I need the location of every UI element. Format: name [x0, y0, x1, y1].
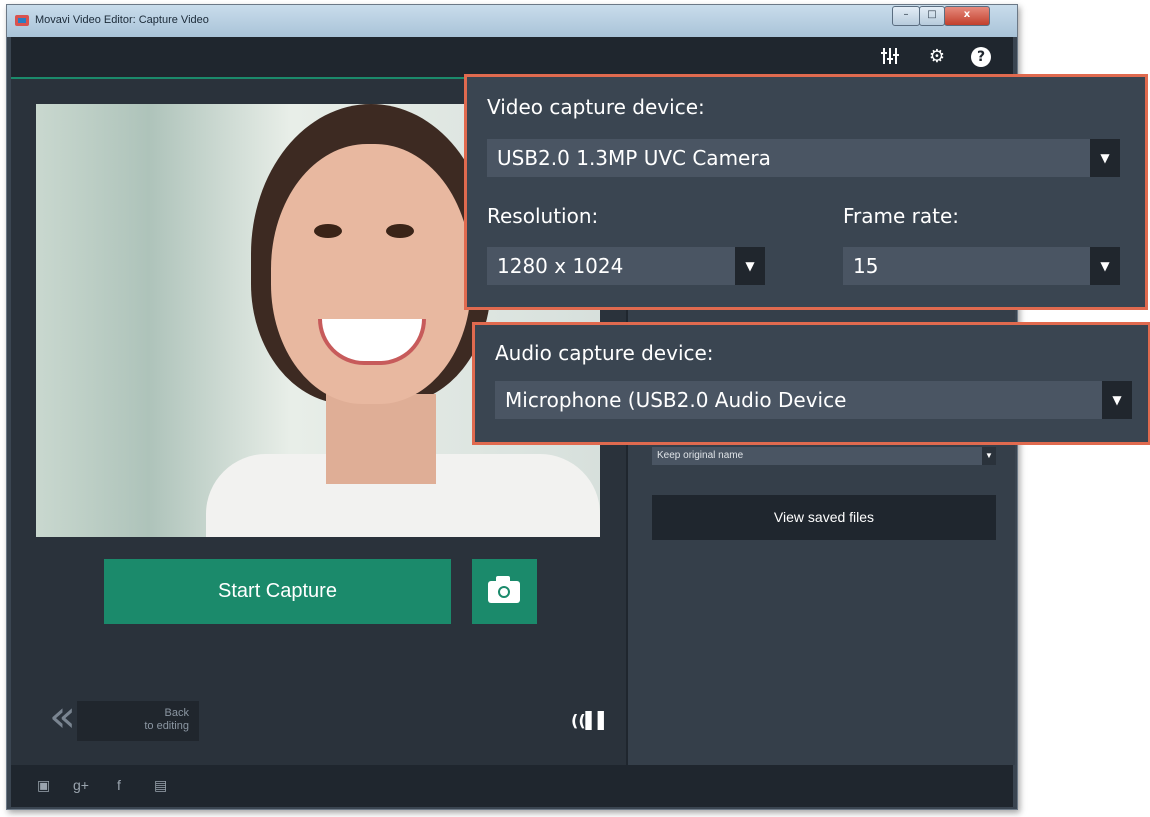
maximize-button[interactable]: □	[919, 6, 945, 26]
chevron-down-icon: ▼	[1102, 381, 1132, 419]
start-capture-button[interactable]: Start Capture	[104, 559, 451, 624]
resolution-label: Resolution:	[487, 204, 599, 228]
video-settings-callout: Video capture device: USB2.0 1.3MP UVC C…	[464, 74, 1148, 310]
back-to-editing-button[interactable]: Back to editing «	[49, 695, 199, 743]
video-device-select[interactable]: USB2.0 1.3MP UVC Camera ▼	[487, 139, 1120, 177]
frame-rate-select[interactable]: 15 ▼	[843, 247, 1120, 285]
window-title: Movavi Video Editor: Capture Video	[35, 14, 209, 26]
view-saved-files-button[interactable]: View saved files	[652, 495, 996, 540]
audio-settings-callout: Audio capture device: Microphone (USB2.0…	[472, 322, 1150, 445]
close-button[interactable]: x	[944, 6, 990, 26]
chevron-down-icon: ▼	[1090, 247, 1120, 285]
app-icon	[15, 15, 29, 26]
snapshot-button[interactable]	[472, 559, 537, 624]
help-icon[interactable]: ?	[971, 47, 991, 67]
title-bar: Movavi Video Editor: Capture Video – □ x	[7, 5, 1017, 37]
equalizer-icon[interactable]	[879, 46, 901, 68]
chevron-down-icon: ▼	[982, 447, 996, 465]
file-name-select[interactable]: Keep original name ▼	[652, 447, 996, 465]
facebook-icon[interactable]: f	[117, 777, 121, 793]
video-device-label: Video capture device:	[487, 95, 705, 119]
back-label-line1: Back	[164, 707, 189, 719]
chevron-down-icon: ▼	[735, 247, 765, 285]
youtube-icon[interactable]: ▣	[37, 777, 50, 794]
frame-rate-label: Frame rate:	[843, 204, 960, 228]
double-chevron-left-icon: «	[49, 691, 76, 742]
audio-device-select[interactable]: Microphone (USB2.0 Audio Device ▼	[495, 381, 1132, 419]
gear-icon[interactable]: ⚙	[926, 46, 948, 68]
audio-level-icon[interactable]: ((▌▌	[571, 711, 610, 730]
vk-icon[interactable]: ▤	[154, 777, 167, 794]
chevron-down-icon: ▼	[1090, 139, 1120, 177]
resolution-select[interactable]: 1280 x 1024 ▼	[487, 247, 765, 285]
audio-device-label: Audio capture device:	[495, 341, 714, 365]
google-plus-icon[interactable]: g+	[73, 777, 89, 793]
minimize-button[interactable]: –	[892, 6, 920, 26]
footer-bar: ▣ g+ f ▤	[11, 765, 1013, 807]
top-toolbar: ⚙ ?	[11, 37, 1013, 77]
back-label-line2: to editing	[144, 720, 189, 732]
